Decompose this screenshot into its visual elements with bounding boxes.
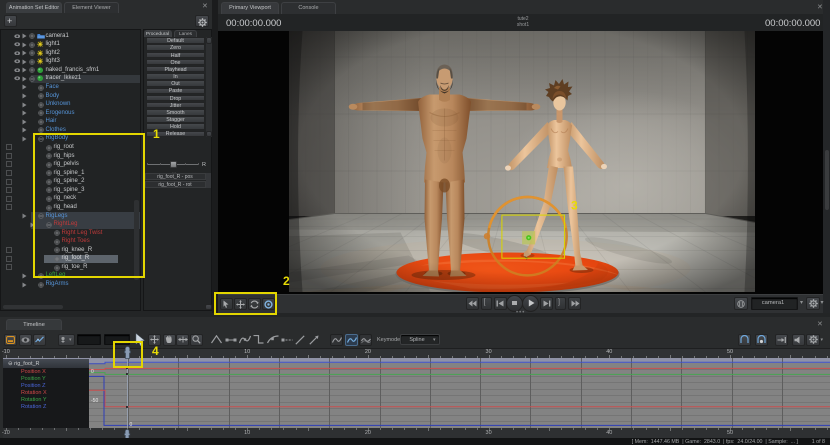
svg-text:3: 3 [571, 198, 578, 212]
